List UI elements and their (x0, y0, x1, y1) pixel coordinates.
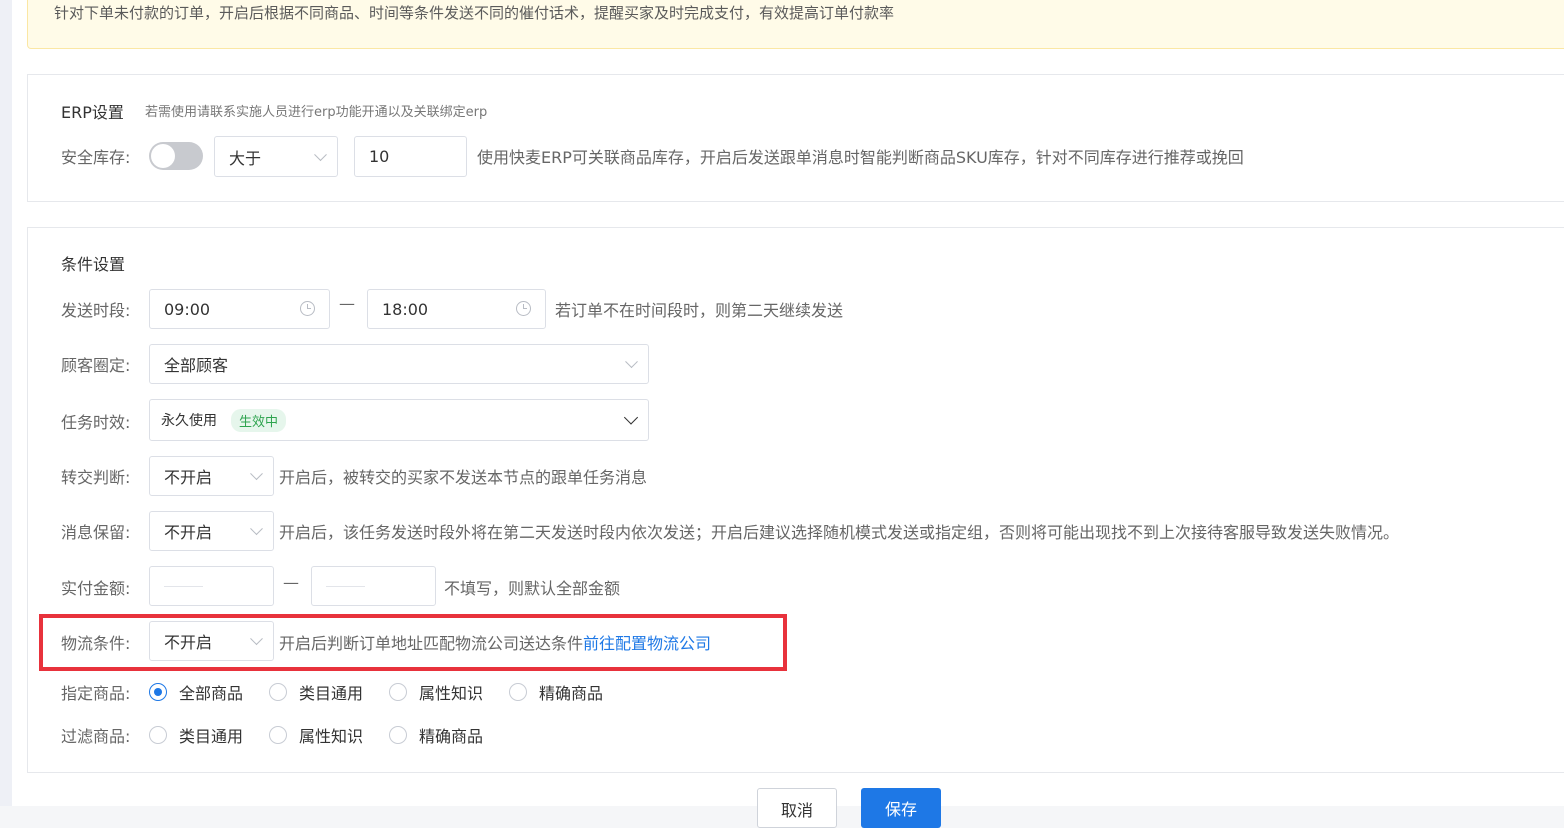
filter-radio-label: 精确商品 (419, 727, 484, 746)
send-time-hint: 若订单不在时间段时，则第二天继续发送 (555, 301, 844, 320)
amount-min-input[interactable] (149, 566, 274, 606)
products-radio-attribute[interactable]: 属性知识 (389, 680, 483, 704)
filter-radio-category[interactable]: 类目通用 (149, 723, 243, 747)
amount-max-input[interactable] (311, 566, 436, 606)
chevron-down-icon (625, 355, 638, 369)
send-time-end-input[interactable]: 18:00 (367, 289, 546, 329)
amount-label: 实付金额: (61, 579, 131, 598)
filter-label: 过滤商品: (61, 727, 131, 746)
products-radio-label: 全部商品 (179, 684, 244, 703)
filter-radio-attribute[interactable]: 属性知识 (269, 723, 363, 747)
erp-title: ERP设置 (61, 103, 124, 122)
send-time-start-input[interactable]: 09:00 (149, 289, 330, 329)
erp-settings-card: ERP设置 若需使用请联系实施人员进行erp功能开通以及关联绑定erp 安全库存… (27, 74, 1564, 202)
customer-value: 全部顾客 (164, 356, 229, 375)
chevron-down-icon (314, 147, 327, 161)
left-edge-strip (0, 0, 12, 806)
info-banner: 针对下单未付款的订单，开启后根据不同商品、时间等条件发送不同的催付话术，提醒买家… (27, 0, 1564, 49)
transfer-hint: 开启后，被转交的买家不发送本节点的跟单任务消息 (279, 468, 648, 487)
validity-label: 任务时效: (61, 413, 131, 432)
stock-compare-select[interactable]: 大于 (214, 136, 338, 177)
amount-hint: 不填写，则默认全部金额 (444, 579, 621, 598)
radio-unchecked-icon (509, 683, 527, 701)
logistics-highlight-box (39, 614, 787, 671)
radio-unchecked-icon (389, 726, 407, 744)
retain-value: 不开启 (164, 523, 213, 542)
chevron-down-icon (623, 410, 639, 425)
transfer-label: 转交判断: (61, 468, 131, 487)
products-radio-label: 属性知识 (419, 684, 484, 703)
chevron-down-icon (250, 522, 263, 536)
send-time-separator: — (339, 294, 355, 313)
stock-value-text: 10 (369, 147, 390, 166)
transfer-value: 不开启 (164, 468, 213, 487)
banner-text: 针对下单未付款的订单，开启后根据不同商品、时间等条件发送不同的催付话术，提醒买家… (54, 4, 895, 22)
condition-settings-card: 条件设置 发送时段: 09:00 — 18:00 若订单不在时间段时，则第二天继… (27, 227, 1564, 773)
products-radio-label: 精确商品 (539, 684, 604, 703)
radio-unchecked-icon (269, 726, 287, 744)
customer-select[interactable]: 全部顾客 (149, 344, 649, 384)
status-badge: 生效中 (231, 408, 287, 432)
products-radio-exact[interactable]: 精确商品 (509, 680, 603, 704)
cancel-button[interactable]: 取消 (757, 788, 837, 828)
amount-max-placeholder (326, 586, 365, 587)
retain-hint: 开启后，该任务发送时段外将在第二天发送时段内依次发送；开启后建议选择随机模式发送… (279, 523, 1400, 542)
stock-value-input[interactable]: 10 (354, 136, 467, 177)
send-time-start-value: 09:00 (164, 299, 211, 319)
stock-label: 安全库存: (61, 148, 131, 167)
filter-radio-label: 类目通用 (179, 727, 244, 746)
retain-label: 消息保留: (61, 523, 131, 542)
radio-unchecked-icon (389, 683, 407, 701)
filter-radio-exact[interactable]: 精确商品 (389, 723, 483, 747)
send-time-label: 发送时段: (61, 301, 131, 320)
stock-hint: 使用快麦ERP可关联商品库存，开启后发送跟单消息时智能判断商品SKU库存，针对不… (477, 148, 1244, 167)
erp-subtitle: 若需使用请联系实施人员进行erp功能开通以及关联绑定erp (145, 105, 488, 120)
clock-icon (516, 301, 531, 316)
radio-checked-icon (149, 683, 167, 701)
transfer-select[interactable]: 不开启 (149, 456, 274, 496)
amount-separator: — (283, 573, 299, 592)
retain-select[interactable]: 不开启 (149, 511, 274, 551)
clock-icon (300, 301, 315, 316)
toggle-knob (151, 144, 175, 168)
products-radio-all[interactable]: 全部商品 (149, 680, 243, 704)
products-label: 指定商品: (61, 684, 131, 703)
products-radio-category[interactable]: 类目通用 (269, 680, 363, 704)
products-radio-label: 类目通用 (299, 684, 364, 703)
validity-select[interactable]: 永久使用 生效中 (149, 399, 649, 441)
save-button[interactable]: 保存 (861, 788, 941, 828)
stock-toggle[interactable] (149, 142, 203, 170)
chevron-down-icon (250, 467, 263, 481)
validity-value: 永久使用 (161, 413, 217, 429)
radio-unchecked-icon (269, 683, 287, 701)
customer-label: 顾客圈定: (61, 356, 131, 375)
send-time-end-value: 18:00 (382, 299, 429, 319)
stock-compare-value: 大于 (229, 148, 262, 168)
conditions-title: 条件设置 (61, 255, 126, 274)
radio-unchecked-icon (149, 726, 167, 744)
filter-radio-label: 属性知识 (299, 727, 364, 746)
amount-min-placeholder (164, 586, 203, 587)
